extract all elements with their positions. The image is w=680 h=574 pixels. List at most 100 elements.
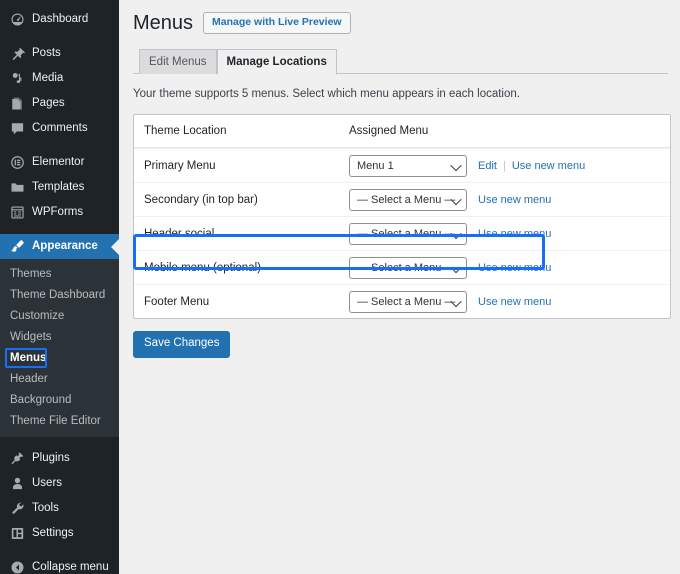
use-new-menu-link[interactable]: Use new menu — [512, 160, 585, 172]
menu-separator — [0, 32, 119, 41]
submenu-item-theme-dashboard[interactable]: Theme Dashboard — [0, 284, 119, 305]
sidebar-item-label: Collapse menu — [32, 560, 109, 573]
table-row: Footer Menu — Select a Menu — Use new menu — [134, 284, 670, 318]
brush-icon — [9, 239, 25, 255]
sidebar-item-label: Users — [32, 476, 63, 489]
theme-location-label: Mobile menu (optional) — [144, 261, 261, 274]
sidebar-item-elementor[interactable]: Elementor — [0, 150, 119, 175]
sidebar-secondary-menu: Plugins Users Tools Settings Collapse menu — [0, 437, 119, 574]
sidebar-item-dashboard[interactable]: Dashboard — [0, 7, 119, 32]
assigned-menu-select-value: — Select a Menu — — [357, 193, 456, 206]
row-action-links: Use new menu — [478, 296, 551, 308]
sidebar-item-media[interactable]: Media — [0, 66, 119, 91]
assigned-menu-cell: — Select a Menu — Use new menu — [349, 290, 551, 313]
dashboard-icon — [9, 12, 25, 28]
submenu-item-theme-file-editor[interactable]: Theme File Editor — [0, 410, 119, 431]
sidebar-item-label: Plugins — [32, 451, 70, 464]
chevron-down-icon — [450, 159, 462, 171]
sidebar-item-tools[interactable]: Tools — [0, 496, 119, 521]
use-new-menu-link[interactable]: Use new menu — [478, 262, 551, 274]
sidebar-item-comments[interactable]: Comments — [0, 116, 119, 141]
theme-location-label: Secondary (in top bar) — [144, 193, 258, 206]
sidebar-item-settings[interactable]: Settings — [0, 521, 119, 546]
tab-manage-locations[interactable]: Manage Locations — [216, 48, 337, 75]
sidebar-item-appearance[interactable]: Appearance — [0, 234, 119, 259]
assigned-menu-select[interactable]: — Select a Menu — — [349, 222, 467, 245]
sidebar-item-label: Dashboard — [32, 12, 89, 25]
sidebar-item-label: Tools — [32, 501, 59, 514]
assigned-menu-cell: — Select a Menu — Use new menu — [349, 188, 551, 211]
sidebar-item-users[interactable]: Users — [0, 471, 119, 496]
table-row: Header social — Select a Menu — Use new me… — [134, 216, 670, 250]
row-action-links: Use new menu — [478, 194, 551, 206]
sidebar-item-label: Comments — [32, 121, 88, 134]
assigned-menu-cell: — Select a Menu — Use new menu — [349, 222, 551, 245]
sidebar-item-wpforms[interactable]: WPForms — [0, 200, 119, 225]
assigned-menu-select[interactable]: — Select a Menu — — [349, 256, 467, 279]
sidebar-primary-menu: Dashboard Posts Media Pages Comments Elemento… — [0, 0, 119, 259]
comments-icon — [9, 121, 25, 137]
use-new-menu-link[interactable]: Use new menu — [478, 296, 551, 308]
assigned-menu-select-value: — Select a Menu — — [357, 295, 456, 308]
pin-icon — [9, 46, 25, 62]
submenu-item-header[interactable]: Header — [0, 368, 119, 389]
settings-icon — [9, 526, 25, 542]
menu-separator — [0, 141, 119, 150]
page-title: Menus — [133, 12, 194, 34]
row-action-links: Use new menu — [478, 228, 551, 240]
table-row: Secondary (in top bar) — Select a Menu — U… — [134, 182, 670, 216]
tab-edit-menus[interactable]: Edit Menus — [139, 48, 217, 74]
collapse-icon — [9, 560, 25, 574]
sidebar-item-label: Pages — [32, 96, 65, 109]
sidebar-item-label: Appearance — [32, 239, 98, 252]
edit-menu-link[interactable]: Edit — [478, 160, 497, 172]
sidebar-item-label: Media — [32, 71, 64, 84]
sidebar-item-label: Templates — [32, 180, 85, 193]
save-changes-button[interactable]: Save Changes — [133, 331, 231, 359]
folder-icon — [9, 180, 25, 196]
main-content: Menus Manage with Live Preview Edit Menu… — [119, 0, 680, 574]
submenu-item-label: Menus — [10, 351, 47, 364]
column-header-assigned-menu: Assigned Menu — [349, 125, 429, 138]
theme-locations-table: Theme Location Assigned Menu Primary Men… — [133, 114, 671, 320]
submenu-item-widgets[interactable]: Widgets — [0, 326, 119, 347]
sidebar-item-templates[interactable]: Templates — [0, 175, 119, 200]
pages-icon — [9, 96, 25, 112]
use-new-menu-link[interactable]: Use new menu — [478, 194, 551, 206]
table-row: Primary Menu Menu 1 Edit | Use new menu — [134, 148, 670, 182]
row-action-links: Edit | Use new menu — [478, 160, 585, 172]
sidebar-item-plugins[interactable]: Plugins — [0, 446, 119, 471]
submenu-item-customize[interactable]: Customize — [0, 305, 119, 326]
sidebar-item-label: WPForms — [32, 205, 84, 218]
submenu-item-background[interactable]: Background — [0, 389, 119, 410]
theme-location-label: Primary Menu — [144, 159, 216, 172]
submenu-item-label: Themes — [10, 267, 52, 280]
users-icon — [9, 476, 25, 492]
column-header-theme-location: Theme Location — [144, 125, 227, 138]
submenu-item-label: Customize — [10, 309, 65, 322]
assigned-menu-select[interactable]: Menu 1 — [349, 154, 467, 177]
theme-location-label: Header social — [144, 227, 215, 240]
appearance-submenu: Themes Theme Dashboard Customize Widgets Men… — [0, 259, 119, 437]
sidebar-item-collapse-menu[interactable]: Collapse menu — [0, 555, 119, 574]
assigned-menu-select[interactable]: — Select a Menu — — [349, 290, 467, 313]
submenu-item-themes[interactable]: Themes — [0, 263, 119, 284]
submenu-item-label: Theme File Editor — [10, 414, 101, 427]
submenu-item-menus[interactable]: Menus — [0, 347, 119, 368]
sidebar-item-pages[interactable]: Pages — [0, 91, 119, 116]
row-action-links: Use new menu — [478, 262, 551, 274]
admin-sidebar: Dashboard Posts Media Pages Comments Elemento… — [0, 0, 119, 574]
manage-with-live-preview-button[interactable]: Manage with Live Preview — [203, 12, 351, 34]
assigned-menu-select-value: Menu 1 — [357, 159, 394, 172]
assigned-menu-select[interactable]: — Select a Menu — — [349, 188, 467, 211]
table-row: Mobile menu (optional) — Select a Menu — U… — [134, 250, 670, 284]
use-new-menu-link[interactable]: Use new menu — [478, 228, 551, 240]
sidebar-item-label: Elementor — [32, 155, 85, 168]
assigned-menu-cell: — Select a Menu — Use new menu — [349, 256, 551, 279]
page-header: Menus Manage with Live Preview — [133, 0, 668, 36]
assigned-menu-select-value: — Select a Menu — — [357, 227, 456, 240]
table-header-row: Theme Location Assigned Menu — [134, 115, 670, 149]
intro-text: Your theme supports 5 menus. Select whic… — [133, 88, 520, 100]
sidebar-item-posts[interactable]: Posts — [0, 41, 119, 66]
sidebar-item-label: Settings — [32, 526, 74, 539]
